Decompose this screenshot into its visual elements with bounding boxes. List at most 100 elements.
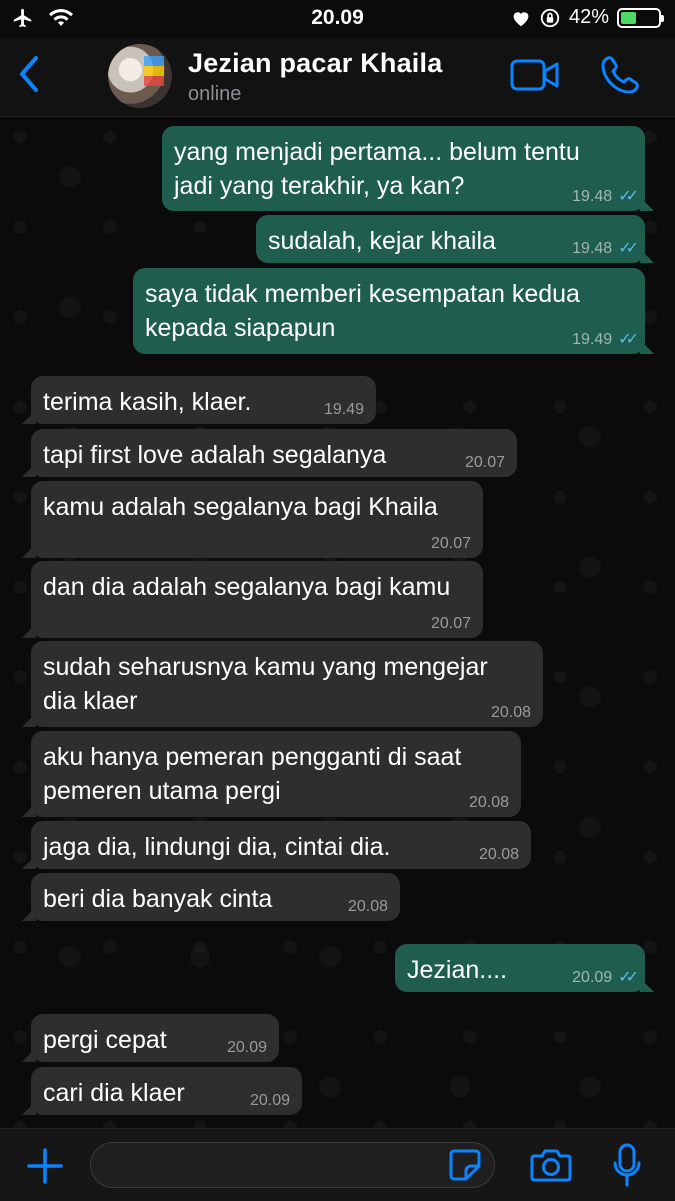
status-bar: 20.09 42% — [0, 0, 675, 38]
incoming-message-bubble[interactable]: dan dia adalah segalanya bagi kamu 20.07 — [22, 561, 483, 638]
message-text: kamu adalah segalanya bagi Khaila — [43, 490, 471, 524]
bubble-tail — [640, 978, 654, 992]
message-timestamp: 19.48 ✓✓ — [572, 188, 639, 205]
battery-icon — [617, 7, 664, 28]
message-timestamp: 19.49 — [324, 402, 364, 418]
message-line: sudah seharusnya kamu yang mengejar — [43, 653, 488, 681]
timestamp-text: 20.08 — [468, 794, 509, 811]
bubble-tail — [22, 1101, 36, 1115]
video-call-icon[interactable] — [510, 58, 560, 92]
contact-name[interactable]: Jezian pacar Khaila — [188, 48, 442, 79]
message-line: pemeren utama pergi — [43, 777, 281, 805]
phone-call-icon[interactable] — [600, 55, 640, 95]
rotation-lock-icon — [540, 8, 560, 27]
message-line: dan dia adalah segalanya bagi kamu — [43, 573, 451, 601]
timestamp-text: 19.49 — [572, 331, 613, 348]
message-text: tapi first love adalah segalanya — [43, 438, 505, 472]
back-icon[interactable] — [14, 52, 44, 96]
sticker-icon[interactable] — [448, 1148, 482, 1182]
timestamp-text: 20.07 — [430, 615, 471, 632]
read-receipt-icon: ✓✓ — [618, 969, 639, 986]
message-text: saya tidak memberi kesempatan kedua kepad… — [145, 277, 633, 345]
message-timestamp: 20.09 ✓✓ — [572, 969, 639, 986]
outgoing-message-bubble[interactable]: sudalah, kejar khaila 19.48 ✓✓ — [256, 215, 654, 263]
timestamp-text: 19.48 — [572, 188, 613, 205]
incoming-message-bubble[interactable]: tapi first love adalah segalanya 20.07 — [22, 429, 517, 477]
status-right: 42% — [511, 6, 664, 29]
message-timestamp: 20.07 — [431, 616, 471, 632]
bubble-tail — [22, 410, 36, 424]
message-timestamp: 20.08 — [491, 705, 531, 721]
timestamp-text: 20.07 — [464, 454, 505, 471]
incoming-message-bubble[interactable]: sudah seharusnya kamu yang mengejar dia k… — [22, 641, 543, 727]
message-line: dia klaer — [43, 687, 138, 715]
incoming-message-bubble[interactable]: pergi cepat 20.09 — [22, 1014, 279, 1062]
timestamp-text: 20.08 — [490, 704, 531, 721]
timestamp-text: 20.07 — [430, 535, 471, 552]
incoming-message-bubble[interactable]: jaga dia, lindungi dia, cintai dia. 20.08 — [22, 821, 531, 869]
message-line: jadi yang terakhir, ya kan? — [174, 172, 465, 200]
message-timestamp: 20.08 — [479, 847, 519, 863]
bubble-tail — [22, 855, 36, 869]
message-timestamp: 20.09 — [227, 1040, 267, 1056]
heart-icon — [513, 11, 529, 26]
message-line: terima kasih, klaer. — [43, 388, 252, 416]
bubble-tail — [22, 624, 36, 638]
incoming-message-bubble[interactable]: kamu adalah segalanya bagi Khaila 20.07 — [22, 481, 483, 558]
avatar[interactable] — [108, 44, 172, 108]
message-timestamp: 20.07 — [431, 536, 471, 552]
bubble-tail — [22, 544, 36, 558]
battery-tip — [661, 14, 664, 22]
contact-status: online — [188, 83, 242, 105]
timestamp-text: 20.09 — [226, 1039, 267, 1056]
message-line: beri dia banyak cinta — [43, 885, 273, 913]
bubble-tail — [22, 907, 36, 921]
incoming-message-bubble[interactable]: aku hanya pemeran pengganti di saat pemer… — [22, 731, 521, 817]
timestamp-text: 20.09 — [249, 1092, 290, 1109]
message-text: dan dia adalah segalanya bagi kamu — [43, 570, 471, 604]
outgoing-message-bubble[interactable]: saya tidak memberi kesempatan kedua kepad… — [133, 268, 654, 354]
bubble-tail — [22, 1048, 36, 1062]
message-timestamp: 20.08 — [469, 795, 509, 811]
bubble-tail — [22, 713, 36, 727]
chat-area[interactable]: yang menjadi pertama... belum tentu jadi … — [0, 117, 675, 1128]
bubble-tail — [22, 463, 36, 477]
bubble-tail — [22, 803, 36, 817]
read-receipt-icon: ✓✓ — [618, 188, 639, 205]
message-text: yang menjadi pertama... belum tentu jadi … — [174, 135, 633, 203]
microphone-icon[interactable] — [613, 1143, 641, 1187]
message-timestamp: 20.08 — [348, 899, 388, 915]
message-timestamp: 19.49 ✓✓ — [572, 331, 639, 348]
battery-fill — [621, 11, 636, 24]
timestamp-text: 20.09 — [572, 969, 613, 986]
message-line: yang menjadi pertama... belum tentu — [174, 138, 580, 166]
incoming-message-bubble[interactable]: cari dia klaer 20.09 — [22, 1067, 302, 1115]
bubble-tail — [640, 340, 654, 354]
plus-icon[interactable] — [26, 1147, 64, 1185]
message-text: aku hanya pemeran pengganti di saat pemer… — [43, 740, 509, 808]
message-line: kepada siapapun — [145, 314, 336, 342]
read-receipt-icon: ✓✓ — [618, 331, 639, 348]
timestamp-text: 19.48 — [572, 240, 613, 257]
input-bar — [0, 1128, 675, 1201]
message-line: saya tidak memberi kesempatan kedua — [145, 280, 580, 308]
message-input[interactable] — [90, 1142, 495, 1188]
message-line: jaga dia, lindungi dia, cintai dia. — [43, 833, 391, 861]
message-text: beri dia banyak cinta — [43, 882, 388, 916]
message-timestamp: 19.48 ✓✓ — [572, 240, 639, 257]
message-line: aku hanya pemeran pengganti di saat — [43, 743, 462, 771]
bubble-tail — [640, 249, 654, 263]
read-receipt-icon: ✓✓ — [618, 240, 639, 257]
camera-icon[interactable] — [530, 1147, 572, 1183]
message-line: kamu adalah segalanya bagi Khaila — [43, 493, 438, 521]
incoming-message-bubble[interactable]: beri dia banyak cinta 20.08 — [22, 873, 400, 921]
outgoing-message-bubble[interactable]: yang menjadi pertama... belum tentu jadi … — [162, 126, 654, 211]
message-text: sudah seharusnya kamu yang mengejar dia k… — [43, 650, 531, 718]
chat-header: Jezian pacar Khaila online — [0, 38, 675, 117]
incoming-message-bubble[interactable]: terima kasih, klaer. 19.49 — [22, 376, 376, 424]
outgoing-message-bubble[interactable]: Jezian.... 20.09 ✓✓ — [395, 944, 654, 992]
battery-percent: 42% — [568, 6, 609, 28]
bubble-tail — [640, 197, 654, 211]
message-timestamp: 20.09 — [250, 1093, 290, 1109]
timestamp-text: 20.08 — [347, 898, 388, 915]
